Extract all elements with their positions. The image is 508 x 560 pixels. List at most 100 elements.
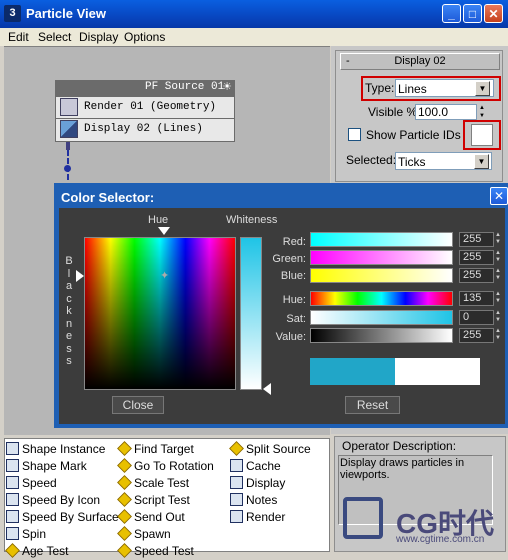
visible-spinner[interactable]: ▲ ▼: [478, 104, 486, 120]
green-label: Green:: [272, 253, 306, 265]
close-button[interactable]: ✕: [484, 4, 503, 23]
operator-item[interactable]: Speed By Surface: [6, 509, 119, 526]
app-icon[interactable]: 3: [4, 5, 21, 22]
blue-field[interactable]: 255: [459, 268, 494, 283]
show-ids-checkbox[interactable]: [348, 128, 361, 141]
operator-icon: [6, 476, 19, 489]
blackness-label: Blackness: [65, 255, 73, 367]
hue-slider[interactable]: [310, 291, 453, 306]
operator-icon: [117, 526, 132, 541]
operator-icon: [6, 442, 19, 455]
dialog-close-icon[interactable]: ✕: [490, 187, 508, 205]
color-swatch[interactable]: [471, 124, 493, 146]
blue-spinner[interactable]: ▲ ▼: [494, 268, 502, 283]
whiteness-bar[interactable]: [240, 237, 262, 390]
operator-item[interactable]: Find Target: [117, 441, 194, 458]
chevron-down-icon[interactable]: ▼: [475, 81, 490, 96]
red-spinner[interactable]: ▲ ▼: [494, 232, 502, 247]
pf-source-header[interactable]: PF Source 01 ☀: [55, 80, 235, 96]
operator-icon: [5, 543, 20, 558]
value-spinner[interactable]: ▲ ▼: [494, 328, 502, 343]
operator-icon: [230, 510, 243, 523]
hue-pointer-icon[interactable]: [158, 227, 170, 235]
visible-value: 100.0: [418, 105, 449, 119]
operator-label: Notes: [246, 493, 278, 507]
description-title: Operator Description:: [342, 439, 457, 453]
watermark-logo-icon: [343, 497, 383, 539]
operator-icon: [6, 459, 19, 472]
operator-display-label: Display 02 (Lines): [84, 123, 203, 135]
wire-node: [64, 165, 71, 172]
whiteness-label: Whiteness: [226, 214, 278, 226]
menu-edit[interactable]: Edit: [8, 29, 29, 45]
minimize-button[interactable]: _: [442, 4, 461, 23]
operator-item[interactable]: Speed By Icon: [6, 492, 100, 509]
green-slider[interactable]: [310, 250, 453, 265]
operator-item[interactable]: Scale Test: [117, 475, 190, 492]
close-dialog-button[interactable]: Close: [112, 396, 164, 414]
value-label: Value:: [275, 331, 306, 343]
blue-slider[interactable]: [310, 268, 453, 283]
rollout-header[interactable]: - Display 02: [340, 53, 500, 70]
hue-spinner[interactable]: ▲ ▼: [494, 291, 502, 306]
visible-field[interactable]: 100.0: [415, 104, 477, 120]
operator-icon: [230, 493, 243, 506]
operator-item[interactable]: Spin: [6, 526, 46, 543]
type-label: Type:: [365, 81, 395, 95]
sat-spinner[interactable]: ▲ ▼: [494, 310, 502, 325]
maximize-button[interactable]: □: [463, 4, 482, 23]
operator-icon: [6, 510, 19, 523]
value-slider[interactable]: [310, 328, 453, 343]
red-field[interactable]: 255: [459, 232, 494, 247]
operator-render-label: Render 01 (Geometry): [84, 101, 217, 113]
sat-slider[interactable]: [310, 310, 453, 325]
reset-button[interactable]: Reset: [345, 396, 400, 414]
crosshair-icon: ✦: [160, 270, 170, 282]
menu-display[interactable]: Display: [79, 29, 118, 45]
light-bulb-icon[interactable]: ☀: [222, 80, 232, 94]
operator-label: Go To Rotation: [134, 459, 214, 473]
menu-options[interactable]: Options: [124, 29, 165, 45]
color-selector-title: Color Selector:: [61, 190, 155, 205]
operator-item[interactable]: Display: [230, 475, 285, 492]
operator-item[interactable]: Script Test: [117, 492, 190, 509]
operator-label: Shape Instance: [22, 442, 106, 456]
operator-item[interactable]: Go To Rotation: [117, 458, 214, 475]
operator-icon: [117, 475, 132, 490]
menu-select[interactable]: Select: [38, 29, 71, 45]
whiteness-pointer-icon[interactable]: [263, 383, 271, 395]
menu-bar: [0, 28, 508, 46]
display-icon: [60, 120, 78, 138]
operator-item[interactable]: Split Source: [229, 441, 311, 458]
hue-label: Hue: [148, 214, 169, 226]
operator-label: Scale Test: [134, 476, 190, 490]
green-spinner[interactable]: ▲ ▼: [494, 250, 502, 265]
output-connector[interactable]: [66, 142, 70, 150]
rollout-collapse: -: [346, 55, 350, 67]
operator-item[interactable]: Spawn: [117, 526, 171, 543]
sat-label: Sat:: [286, 313, 306, 325]
green-field[interactable]: 255: [459, 250, 494, 265]
operator-label: Display: [246, 476, 286, 490]
sat-field[interactable]: 0: [459, 310, 494, 325]
blackness-pointer-icon[interactable]: [76, 270, 84, 282]
type-value: Lines: [398, 82, 427, 96]
selected-value: Ticks: [398, 155, 426, 169]
operator-item[interactable]: Shape Mark: [6, 458, 87, 475]
operator-item[interactable]: Cache: [230, 458, 281, 475]
chevron-down-icon[interactable]: ▼: [474, 154, 489, 169]
blue-label: Blue:: [280, 270, 306, 282]
hue-blackness-field[interactable]: [84, 237, 236, 390]
operator-item[interactable]: Shape Instance: [6, 441, 105, 458]
current-color-swatch: [395, 358, 480, 385]
value-field[interactable]: 255: [459, 328, 494, 343]
visible-label: Visible %: [368, 105, 418, 119]
red-slider[interactable]: [310, 232, 453, 247]
operator-item[interactable]: Render: [230, 509, 285, 526]
operator-icon: [6, 493, 19, 506]
operator-icon: [229, 441, 244, 456]
operator-item[interactable]: Notes: [230, 492, 277, 509]
hue-field[interactable]: 135: [459, 291, 494, 306]
operator-item[interactable]: Speed: [6, 475, 57, 492]
operator-item[interactable]: Send Out: [117, 509, 185, 526]
